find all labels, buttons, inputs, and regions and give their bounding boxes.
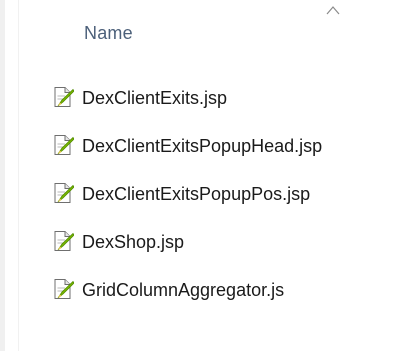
- file-name: DexClientExitsPopupHead.jsp: [82, 136, 323, 156]
- script-file-icon: [54, 87, 74, 107]
- script-file-icon: [54, 183, 74, 203]
- file-row[interactable]: DexClientExitsPopupPos.jsp: [0, 171, 412, 219]
- file-name: GridColumnAggregator.js: [82, 280, 285, 300]
- file-row[interactable]: GridColumnAggregator.js: [0, 267, 412, 315]
- file-name: DexClientExitsPopupPos.jsp: [82, 184, 311, 204]
- script-file-icon: [54, 279, 74, 299]
- script-file-icon: [54, 231, 74, 251]
- file-row[interactable]: DexShop.jsp: [0, 219, 412, 267]
- script-file-icon: [54, 135, 74, 155]
- file-row[interactable]: DexClientExits.jsp: [0, 75, 412, 123]
- file-name: DexShop.jsp: [82, 232, 185, 252]
- file-row[interactable]: DexClientExitsPopupHead.jsp: [0, 123, 412, 171]
- file-list: DexClientExits.jsp DexClientExitsPopupHe…: [0, 75, 412, 315]
- name-column-header[interactable]: Name: [84, 23, 133, 44]
- file-name: DexClientExits.jsp: [82, 88, 228, 108]
- chevron-up-icon: [326, 6, 340, 15]
- column-header-bar: Name: [19, 0, 412, 70]
